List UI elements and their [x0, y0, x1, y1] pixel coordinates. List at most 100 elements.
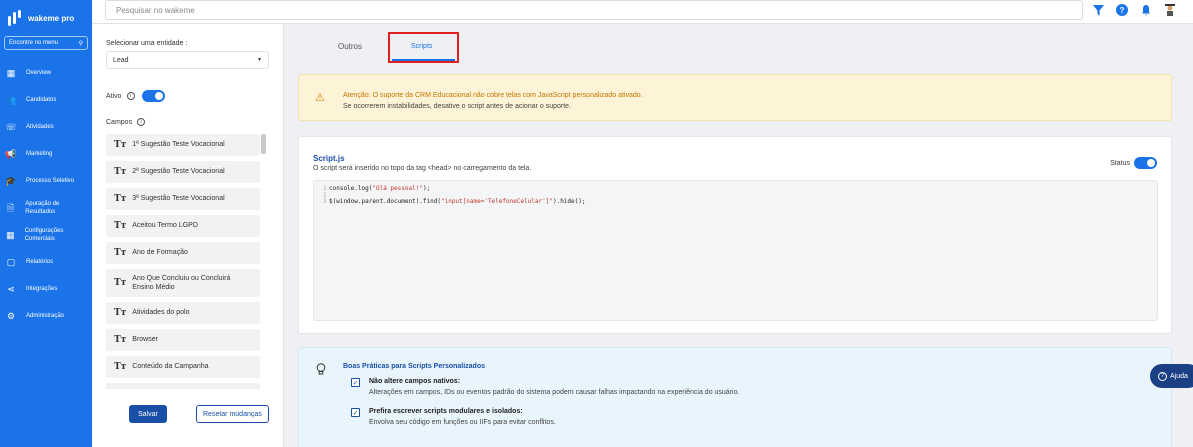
- best-practice-title: Não altere campos nativos:: [369, 378, 461, 385]
- code-editor[interactable]: 1 2 3 console.log("Olá pessoal!"); $(win…: [313, 180, 1158, 321]
- entity-select[interactable]: Lead ▼: [106, 51, 269, 69]
- menu-search-input[interactable]: Encontre no menu ⚲: [4, 36, 88, 50]
- topbar: Pesquisar no wakeme ?: [92, 0, 1193, 24]
- field-item[interactable]: Tт Ano Que Concluiu ou Concluirá Ensino M…: [106, 269, 260, 297]
- status-label: Status: [1110, 159, 1130, 167]
- fields-list: Tт 1ª Sugestão Teste Vocacional Tт 2ª Suges…: [106, 134, 266, 389]
- sidebar-item-label: Candidatos: [26, 96, 57, 103]
- script-subtitle: O script será inserido no topo da tag <h…: [313, 165, 532, 172]
- grid-icon: ▦: [6, 68, 16, 78]
- sidebar: wakeme pro Encontre no menu ⚲ ▦ Overview 👥…: [0, 0, 92, 447]
- field-label: Ano de Formação: [132, 249, 188, 257]
- tab-scripts[interactable]: Scripts: [411, 43, 432, 50]
- share-icon: ⋖: [7, 284, 15, 294]
- sidebar-item-1[interactable]: 👥 Candidatos: [0, 87, 92, 114]
- entity-select-value: Lead: [113, 56, 129, 64]
- sidebar-item-9[interactable]: ⚙ Administração: [0, 303, 92, 330]
- best-practices-title: Boas Práticas para Scripts Personalizado…: [343, 363, 486, 370]
- text-field-icon: Tт: [114, 221, 127, 231]
- field-item[interactable]: Tт 3ª Sugestão Teste Vocacional: [106, 188, 260, 210]
- help-button[interactable]: ? Ajuda: [1150, 364, 1193, 388]
- best-practice-desc: Alterações em campos, IDs ou eventos pad…: [369, 389, 740, 396]
- tab-outros[interactable]: Outros: [338, 42, 362, 51]
- fields-label: Campos: [106, 118, 133, 126]
- field-item[interactable]: Tт Atividades do polo: [106, 302, 260, 324]
- global-search-input[interactable]: Pesquisar no wakeme: [105, 0, 1083, 20]
- field-item[interactable]: TтData: [106, 383, 260, 389]
- graduation-cap-icon: 🎓: [5, 176, 17, 186]
- code-line-3: $(window.parent.document).find("input[na…: [329, 198, 586, 205]
- chevron-down-icon: ▼: [257, 57, 262, 63]
- sidebar-item-7[interactable]: ▢ Relatórios: [0, 249, 92, 276]
- reset-changes-button[interactable]: Resetar mudanças: [196, 405, 269, 423]
- menu-search-placeholder: Encontre no menu: [9, 40, 59, 46]
- field-item[interactable]: Tт 2ª Sugestão Teste Vocacional: [106, 161, 260, 183]
- tabs: Outros Scripts: [284, 24, 1193, 70]
- sidebar-item-4[interactable]: 🎓 Processo Seletivo: [0, 168, 92, 195]
- document-icon: 🗎: [7, 202, 15, 213]
- warning-alert: ⚠ Atenção: O suporte da CRM Educacional …: [298, 74, 1172, 121]
- field-label: Ano Que Concluiu ou Concluirá Ensino Méd…: [132, 274, 231, 291]
- logo[interactable]: wakeme pro: [0, 0, 92, 36]
- sidebar-item-3[interactable]: 📢 Marketing: [0, 141, 92, 168]
- checkbox-checked-icon: ✓: [351, 408, 360, 417]
- help-icon[interactable]: ?: [1115, 3, 1129, 17]
- fields-scrollbar[interactable]: [261, 134, 266, 389]
- filter-icon[interactable]: [1091, 3, 1105, 17]
- sidebar-item-label: Atividades: [26, 123, 54, 130]
- checkbox-checked-icon: ✓: [351, 378, 360, 387]
- sidebar-item-label: Administração: [26, 312, 65, 319]
- text-field-icon: Tт: [114, 308, 127, 318]
- sidebar-item-label: Configurações Comerciais: [24, 228, 64, 242]
- active-row: Ativo i: [106, 90, 165, 102]
- sidebar-item-label: Apuração de Resultados: [25, 201, 60, 215]
- phone-icon: ☏: [5, 122, 17, 132]
- status-toggle[interactable]: [1134, 157, 1157, 169]
- sidebar-item-label: Integrações: [26, 285, 58, 292]
- status-row: Status: [1110, 157, 1157, 169]
- megaphone-icon: 📢: [5, 149, 17, 159]
- help-button-label: Ajuda: [1170, 372, 1188, 380]
- field-item[interactable]: Tт Browser: [106, 329, 260, 351]
- fields-header: Campos i: [106, 118, 146, 126]
- text-field-icon: Tт: [114, 194, 127, 204]
- sidebar-nav: ▦ Overview 👥 Candidatos ☏ Atividades 📢 Marketin…: [0, 60, 92, 330]
- avatar[interactable]: [1163, 3, 1177, 17]
- sidebar-item-0[interactable]: ▦ Overview: [0, 60, 92, 87]
- best-practice-desc: Envolva seu código em funções ou IIFs pa…: [369, 419, 556, 426]
- topbar-icons: ?: [1091, 3, 1177, 17]
- field-label: 3ª Sugestão Teste Vocacional: [132, 195, 225, 203]
- text-field-icon: Tт: [114, 335, 127, 345]
- bell-icon[interactable]: [1139, 3, 1153, 17]
- sidebar-item-2[interactable]: ☏ Atividades: [0, 114, 92, 141]
- global-search-placeholder: Pesquisar no wakeme: [116, 5, 195, 15]
- sidebar-item-8[interactable]: ⋖ Integrações: [0, 276, 92, 303]
- info-icon: i: [137, 118, 146, 126]
- field-label: 2ª Sugestão Teste Vocacional: [132, 168, 225, 176]
- best-practices-card: Boas Práticas para Scripts Personalizado…: [298, 347, 1172, 447]
- script-title: Script.js: [313, 154, 345, 163]
- active-label: Ativo: [106, 92, 122, 100]
- text-field-icon: Tт: [114, 248, 127, 258]
- alert-title: Atenção: O suporte da CRM Educacional nã…: [343, 92, 643, 99]
- text-field-icon: Tт: [114, 362, 127, 372]
- sidebar-item-label: Marketing: [26, 150, 53, 157]
- tab-active-indicator: [392, 59, 455, 61]
- info-icon: i: [126, 92, 135, 100]
- field-item[interactable]: Tт 1ª Sugestão Teste Vocacional: [106, 134, 260, 156]
- sidebar-item-label: Relatórios: [26, 258, 54, 265]
- grid-icon: ▦: [6, 230, 15, 240]
- save-button[interactable]: Salvar: [129, 405, 167, 423]
- sidebar-item-5[interactable]: 🗎 Apuração de Resultados: [0, 195, 92, 222]
- active-toggle[interactable]: [141, 90, 165, 102]
- sidebar-item-6[interactable]: ▦ Configurações Comerciais: [0, 222, 92, 249]
- field-item[interactable]: Tт Conteúdo da Campanha: [106, 356, 260, 378]
- help-icon: ?: [1158, 371, 1167, 381]
- text-field-icon: Tт: [114, 140, 127, 150]
- field-label: Conteúdo da Campanha: [132, 363, 209, 371]
- users-icon: 👥: [5, 95, 17, 105]
- field-item[interactable]: Tт Ano de Formação: [106, 242, 260, 264]
- script-card: Script.js O script será inserido no topo…: [298, 136, 1172, 334]
- field-item[interactable]: Tт Aceitou Termo LGPD: [106, 215, 260, 237]
- logo-text: wakeme pro: [28, 13, 75, 23]
